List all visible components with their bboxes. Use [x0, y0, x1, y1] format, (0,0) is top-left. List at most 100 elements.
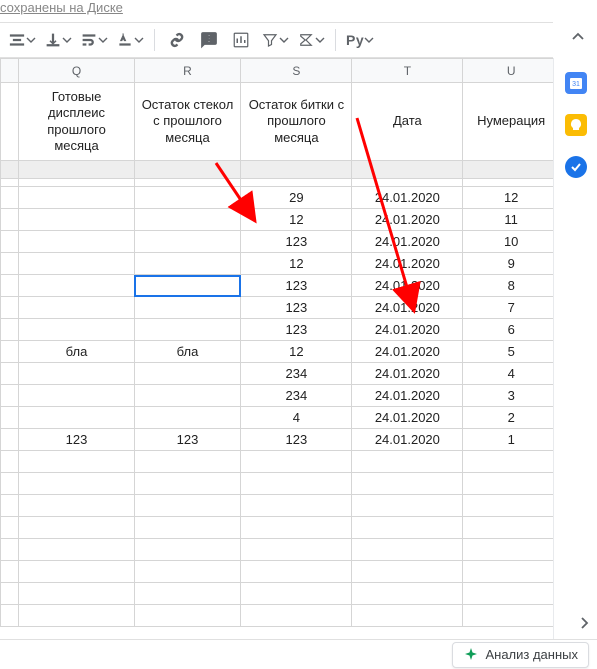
cell[interactable]: 24.01.2020	[352, 253, 463, 275]
cell[interactable]	[19, 539, 134, 561]
cell[interactable]	[241, 473, 352, 495]
cell[interactable]	[463, 473, 553, 495]
cell[interactable]: 12	[241, 209, 352, 231]
cell[interactable]	[134, 209, 241, 231]
cell[interactable]	[463, 605, 553, 627]
explore-button[interactable]: Анализ данных	[452, 642, 589, 668]
text-wrap-button[interactable]	[78, 27, 110, 53]
cell[interactable]: 24.01.2020	[352, 275, 463, 297]
cell[interactable]: 123	[134, 429, 241, 451]
cell[interactable]	[1, 179, 19, 187]
cell[interactable]	[1, 605, 19, 627]
script-functions-button[interactable]: Py	[344, 27, 376, 53]
filter-button[interactable]	[259, 27, 291, 53]
cell[interactable]: 123	[241, 429, 352, 451]
cell[interactable]: 12	[463, 187, 553, 209]
collapse-toolbar-button[interactable]	[569, 28, 587, 49]
horizontal-align-button[interactable]	[6, 27, 38, 53]
cell[interactable]	[1, 187, 19, 209]
cell[interactable]	[1, 319, 19, 341]
cell[interactable]	[19, 583, 134, 605]
cell[interactable]	[134, 385, 241, 407]
cell[interactable]	[134, 451, 241, 473]
cell[interactable]	[1, 209, 19, 231]
cell[interactable]	[1, 161, 19, 179]
cell[interactable]	[241, 161, 352, 179]
vertical-align-button[interactable]	[42, 27, 74, 53]
cell[interactable]	[134, 161, 241, 179]
cell[interactable]	[1, 407, 19, 429]
cell[interactable]	[463, 495, 553, 517]
cell[interactable]: 8	[463, 275, 553, 297]
cell[interactable]	[19, 385, 134, 407]
cell[interactable]	[241, 539, 352, 561]
cell[interactable]	[352, 451, 463, 473]
cell[interactable]: 123	[19, 429, 134, 451]
cell[interactable]	[19, 495, 134, 517]
cell[interactable]	[241, 495, 352, 517]
cell[interactable]	[352, 473, 463, 495]
cell[interactable]: Нумерация	[463, 83, 553, 161]
cell[interactable]	[19, 231, 134, 253]
cell[interactable]	[463, 161, 553, 179]
cell[interactable]: 10	[463, 231, 553, 253]
tasks-icon[interactable]	[565, 156, 587, 178]
cell[interactable]: 24.01.2020	[352, 297, 463, 319]
cell[interactable]	[1, 385, 19, 407]
cell[interactable]: 12	[241, 341, 352, 363]
cell[interactable]	[134, 407, 241, 429]
cell[interactable]: 24.01.2020	[352, 209, 463, 231]
cell[interactable]: 24.01.2020	[352, 429, 463, 451]
cell[interactable]	[134, 363, 241, 385]
cell[interactable]	[19, 275, 134, 297]
cell[interactable]	[19, 209, 134, 231]
cell[interactable]: 123	[241, 275, 352, 297]
cell[interactable]	[134, 319, 241, 341]
cell[interactable]	[1, 539, 19, 561]
cell[interactable]	[1, 473, 19, 495]
cell[interactable]: 24.01.2020	[352, 341, 463, 363]
cell[interactable]	[19, 253, 134, 275]
show-side-panel-button[interactable]	[577, 616, 591, 633]
cell[interactable]	[463, 451, 553, 473]
saved-status-link[interactable]: сохранены на Диске	[0, 0, 123, 17]
cell[interactable]	[1, 561, 19, 583]
cell[interactable]: 234	[241, 363, 352, 385]
cell[interactable]: 4	[241, 407, 352, 429]
cell[interactable]	[241, 605, 352, 627]
cell[interactable]	[352, 583, 463, 605]
insert-comment-button[interactable]	[195, 27, 223, 53]
cell[interactable]	[352, 161, 463, 179]
cell[interactable]	[1, 495, 19, 517]
cell[interactable]	[352, 605, 463, 627]
cell[interactable]: бла	[134, 341, 241, 363]
cell[interactable]: 24.01.2020	[352, 407, 463, 429]
cell[interactable]	[463, 539, 553, 561]
cell[interactable]	[19, 517, 134, 539]
cell[interactable]	[1, 253, 19, 275]
cell[interactable]: 24.01.2020	[352, 187, 463, 209]
cell[interactable]: 24.01.2020	[352, 231, 463, 253]
cell[interactable]: Остаток битки с прошлого месяца	[241, 83, 352, 161]
cell[interactable]	[463, 583, 553, 605]
cell[interactable]: 234	[241, 385, 352, 407]
cell[interactable]	[241, 451, 352, 473]
cell[interactable]	[134, 517, 241, 539]
cell[interactable]: Остаток стекол с прошлого месяца	[134, 83, 241, 161]
cell[interactable]	[19, 319, 134, 341]
cell[interactable]	[241, 517, 352, 539]
cell[interactable]	[19, 407, 134, 429]
col-header[interactable]: U	[463, 59, 553, 83]
cell[interactable]: 123	[241, 319, 352, 341]
cell[interactable]	[1, 363, 19, 385]
col-header[interactable]: S	[241, 59, 352, 83]
cell[interactable]: 9	[463, 253, 553, 275]
cell[interactable]	[352, 495, 463, 517]
insert-chart-button[interactable]	[227, 27, 255, 53]
cell[interactable]	[463, 561, 553, 583]
cell[interactable]	[1, 583, 19, 605]
cell[interactable]	[352, 179, 463, 187]
cell[interactable]	[19, 561, 134, 583]
cell[interactable]	[1, 429, 19, 451]
cell[interactable]: 3	[463, 385, 553, 407]
